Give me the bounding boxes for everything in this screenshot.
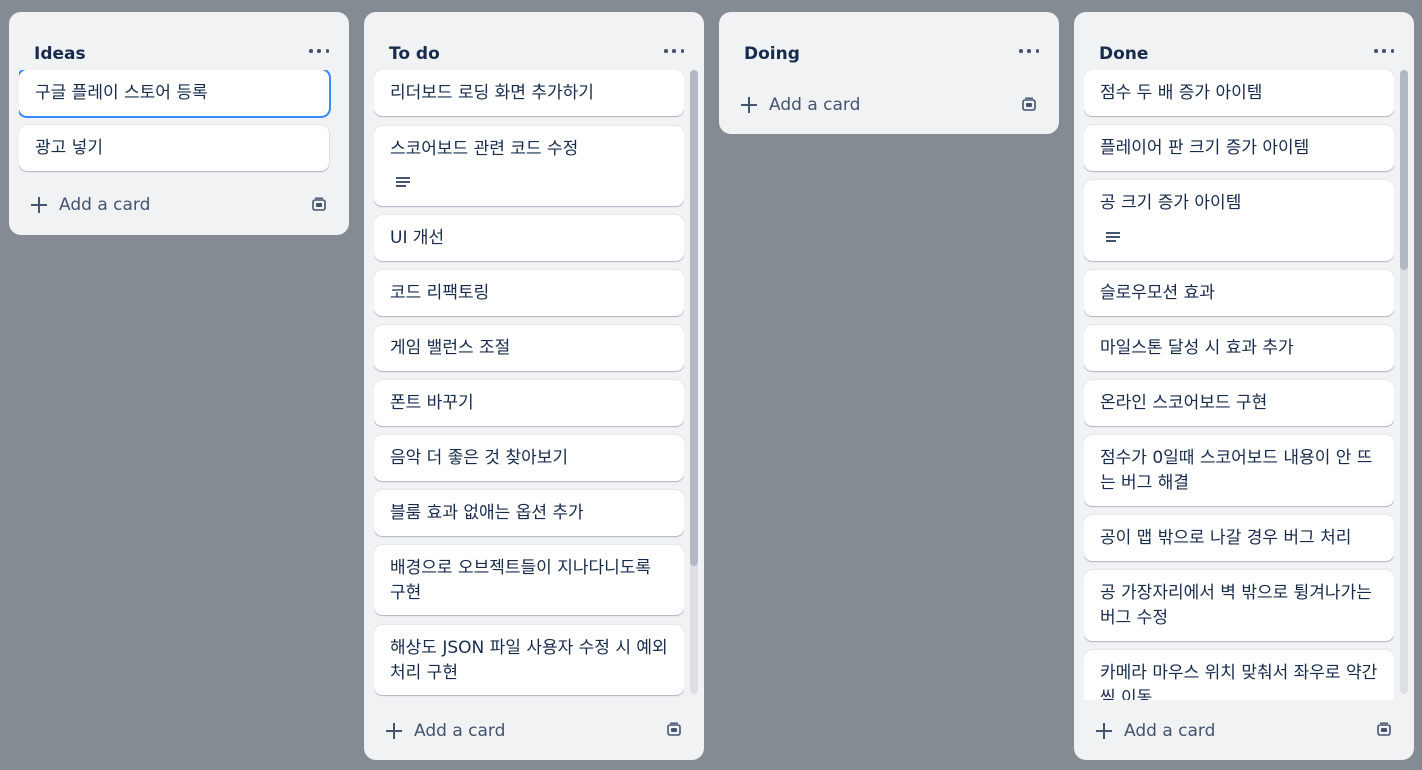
card-title: 배경으로 오브젝트들이 지나다니도록 구현	[390, 558, 652, 603]
card-template-icon[interactable]	[1021, 97, 1037, 113]
card-title: 점수가 0일때 스코어보드 내용이 안 뜨는 버그 해결	[1100, 448, 1373, 493]
scrollbar[interactable]	[1400, 70, 1408, 694]
card[interactable]: 코드 리팩토링	[374, 270, 684, 316]
card-list: 리더보드 로딩 화면 추가하기 스코어보드 관련 코드 수정 UI 개선 코드 …	[374, 70, 684, 698]
card-list: 점수 두 배 증가 아이템 플레이어 판 크기 증가 아이템 공 크기 증가 아…	[1084, 70, 1394, 700]
card-title: 구글 플레이 스토어 등록	[35, 83, 208, 103]
card-title: 플레이어 판 크기 증가 아이템	[1100, 138, 1310, 158]
card[interactable]: 구글 플레이 스토어 등록	[19, 70, 329, 116]
add-card-label: Add a card	[1124, 721, 1216, 741]
scrollbar-thumb[interactable]	[690, 70, 698, 566]
card-title: 코드 리팩토링	[390, 283, 490, 303]
card[interactable]: 마일스톤 달성 시 효과 추가	[1084, 325, 1394, 371]
card-title: 온라인 스코어보드 구현	[1100, 393, 1268, 413]
card-title: 점수 두 배 증가 아이템	[1100, 83, 1263, 103]
add-card-label: Add a card	[414, 721, 506, 741]
card[interactable]: 광고 넣기	[19, 125, 329, 171]
list-doing: Doing Add a card	[719, 12, 1059, 134]
more-horizontal-icon[interactable]	[1019, 45, 1039, 57]
card-title: 블룸 효과 없애는 옵션 추가	[390, 503, 584, 523]
list-to-do: To do 리더보드 로딩 화면 추가하기 스코어보드 관련 코드 수정 UI …	[364, 12, 704, 760]
add-card-button[interactable]: Add a card	[1084, 714, 1364, 748]
add-card-label: Add a card	[769, 95, 861, 115]
card-title: 슬로우모션 효과	[1100, 283, 1215, 303]
scrollbar-thumb[interactable]	[1400, 70, 1408, 270]
list-ideas: Ideas 구글 플레이 스토어 등록 광고 넣기 Add a card	[9, 12, 349, 235]
card[interactable]: 게임 밸런스 조절	[374, 325, 684, 371]
card[interactable]: 공이 맵 밖으로 나갈 경우 버그 처리	[1084, 515, 1394, 561]
card[interactable]: 점수가 0일때 스코어보드 내용이 안 뜨는 버그 해결	[1084, 435, 1394, 506]
card-title: 게임 밸런스 조절	[390, 338, 511, 358]
plus-icon	[741, 97, 757, 113]
scrollbar[interactable]	[690, 70, 698, 694]
card-template-icon[interactable]	[1376, 722, 1392, 738]
card[interactable]: 공 크기 증가 아이템	[1084, 180, 1394, 261]
card[interactable]: 폰트 바꾸기	[374, 380, 684, 426]
list-header: Doing	[719, 12, 1059, 74]
card-title: 폰트 바꾸기	[390, 393, 474, 413]
card-title: 광고 넣기	[35, 138, 103, 158]
plus-icon	[31, 197, 47, 213]
add-card-label: Add a card	[59, 195, 151, 215]
add-card-button[interactable]: Add a card	[374, 714, 654, 748]
add-card-button[interactable]: Add a card	[729, 88, 1009, 122]
card[interactable]: 온라인 스코어보드 구현	[1084, 380, 1394, 426]
card-title: UI 개선	[390, 228, 445, 248]
list-title[interactable]: Ideas	[34, 44, 86, 64]
card-list: 구글 플레이 스토어 등록 광고 넣기	[19, 70, 339, 180]
card[interactable]: 공 가장자리에서 벽 밖으로 튕겨나가는 버그 수정	[1084, 570, 1394, 641]
card[interactable]: 슬로우모션 효과	[1084, 270, 1394, 316]
list-header: To do	[364, 12, 704, 74]
description-icon	[1106, 232, 1120, 242]
card-title: 스코어보드 관련 코드 수정	[390, 139, 579, 159]
card-title: 마일스톤 달성 시 효과 추가	[1100, 338, 1294, 358]
list-title[interactable]: Done	[1099, 44, 1148, 64]
card-title: 리더보드 로딩 화면 추가하기	[390, 83, 594, 103]
card[interactable]: 리더보드 로딩 화면 추가하기	[374, 70, 684, 116]
card[interactable]: 해상도 JSON 파일 사용자 수정 시 예외 처리 구현	[374, 625, 684, 695]
plus-icon	[386, 723, 402, 739]
add-card-button[interactable]: Add a card	[19, 188, 299, 222]
list-title[interactable]: To do	[389, 44, 440, 64]
card[interactable]: 블룸 효과 없애는 옵션 추가	[374, 490, 684, 536]
card-template-icon[interactable]	[311, 197, 327, 213]
card-title: 공 크기 증가 아이템	[1100, 193, 1242, 213]
card-title: 해상도 JSON 파일 사용자 수정 시 예외 처리 구현	[390, 638, 668, 683]
list-header: Ideas	[9, 12, 349, 74]
card-title: 공 가장자리에서 벽 밖으로 튕겨나가는 버그 수정	[1100, 583, 1372, 628]
more-horizontal-icon[interactable]	[664, 45, 684, 57]
card[interactable]: 배경으로 오브젝트들이 지나다니도록 구현	[374, 545, 684, 615]
card[interactable]: 음악 더 좋은 것 찾아보기	[374, 435, 684, 481]
card[interactable]: 카메라 마우스 위치 맞춰서 좌우로 약간씩 이동	[1084, 650, 1394, 700]
card[interactable]: UI 개선	[374, 215, 684, 261]
card-title: 공이 맵 밖으로 나갈 경우 버그 처리	[1100, 528, 1352, 548]
more-horizontal-icon[interactable]	[1374, 45, 1394, 57]
list-header: Done	[1074, 12, 1414, 74]
card-title: 카메라 마우스 위치 맞춰서 좌우로 약간씩 이동	[1100, 663, 1378, 700]
card-template-icon[interactable]	[666, 722, 682, 738]
card[interactable]: 스코어보드 관련 코드 수정	[374, 126, 684, 206]
description-icon	[396, 177, 410, 187]
card-title: 음악 더 좋은 것 찾아보기	[390, 448, 569, 468]
more-horizontal-icon[interactable]	[309, 45, 329, 57]
plus-icon	[1096, 723, 1112, 739]
list-done: Done 점수 두 배 증가 아이템 플레이어 판 크기 증가 아이템 공 크기…	[1074, 12, 1414, 760]
card[interactable]: 점수 두 배 증가 아이템	[1084, 70, 1394, 116]
card[interactable]: 플레이어 판 크기 증가 아이템	[1084, 125, 1394, 171]
list-title[interactable]: Doing	[744, 44, 800, 64]
